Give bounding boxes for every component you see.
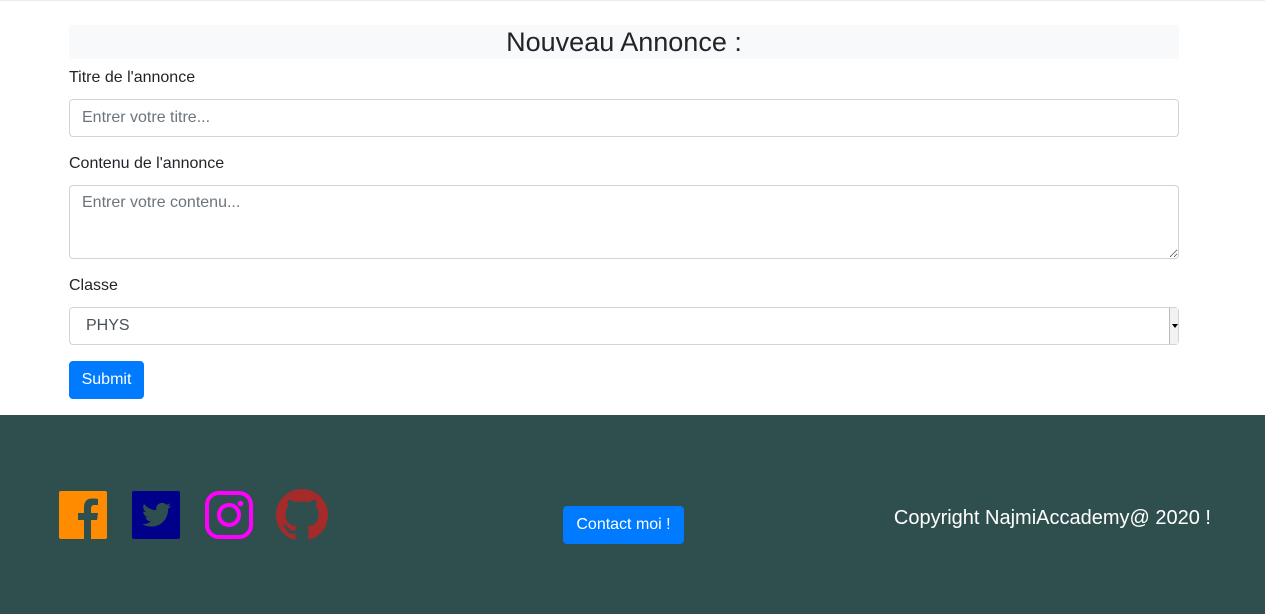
classe-selected-value: PHYS <box>86 317 130 334</box>
contenu-textarea[interactable] <box>69 185 1179 259</box>
titre-label: Titre de l'annonce <box>69 69 196 86</box>
top-border <box>0 0 1265 1</box>
facebook-icon[interactable] <box>57 489 109 541</box>
annonce-form: Nouveau Annonce : Titre de l'annonce Con… <box>69 25 1179 399</box>
classe-label: Classe <box>69 277 118 294</box>
github-icon[interactable] <box>276 489 328 541</box>
instagram-icon[interactable] <box>203 489 255 541</box>
form-title: Nouveau Annonce : <box>69 25 1179 59</box>
classe-select[interactable]: PHYS <box>69 307 1179 345</box>
footer: Contact moi ! Copyright NajmiAccademy@ 2… <box>0 415 1265 614</box>
titre-input[interactable] <box>69 99 1179 137</box>
twitter-icon[interactable] <box>130 489 182 541</box>
chevron-down-icon[interactable] <box>1169 308 1178 344</box>
contact-button[interactable]: Contact moi ! <box>563 506 684 544</box>
submit-button[interactable]: Submit <box>69 361 144 399</box>
contenu-label: Contenu de l'annonce <box>69 155 225 172</box>
copyright-text: Copyright NajmiAccademy@ 2020 ! <box>893 507 1211 529</box>
